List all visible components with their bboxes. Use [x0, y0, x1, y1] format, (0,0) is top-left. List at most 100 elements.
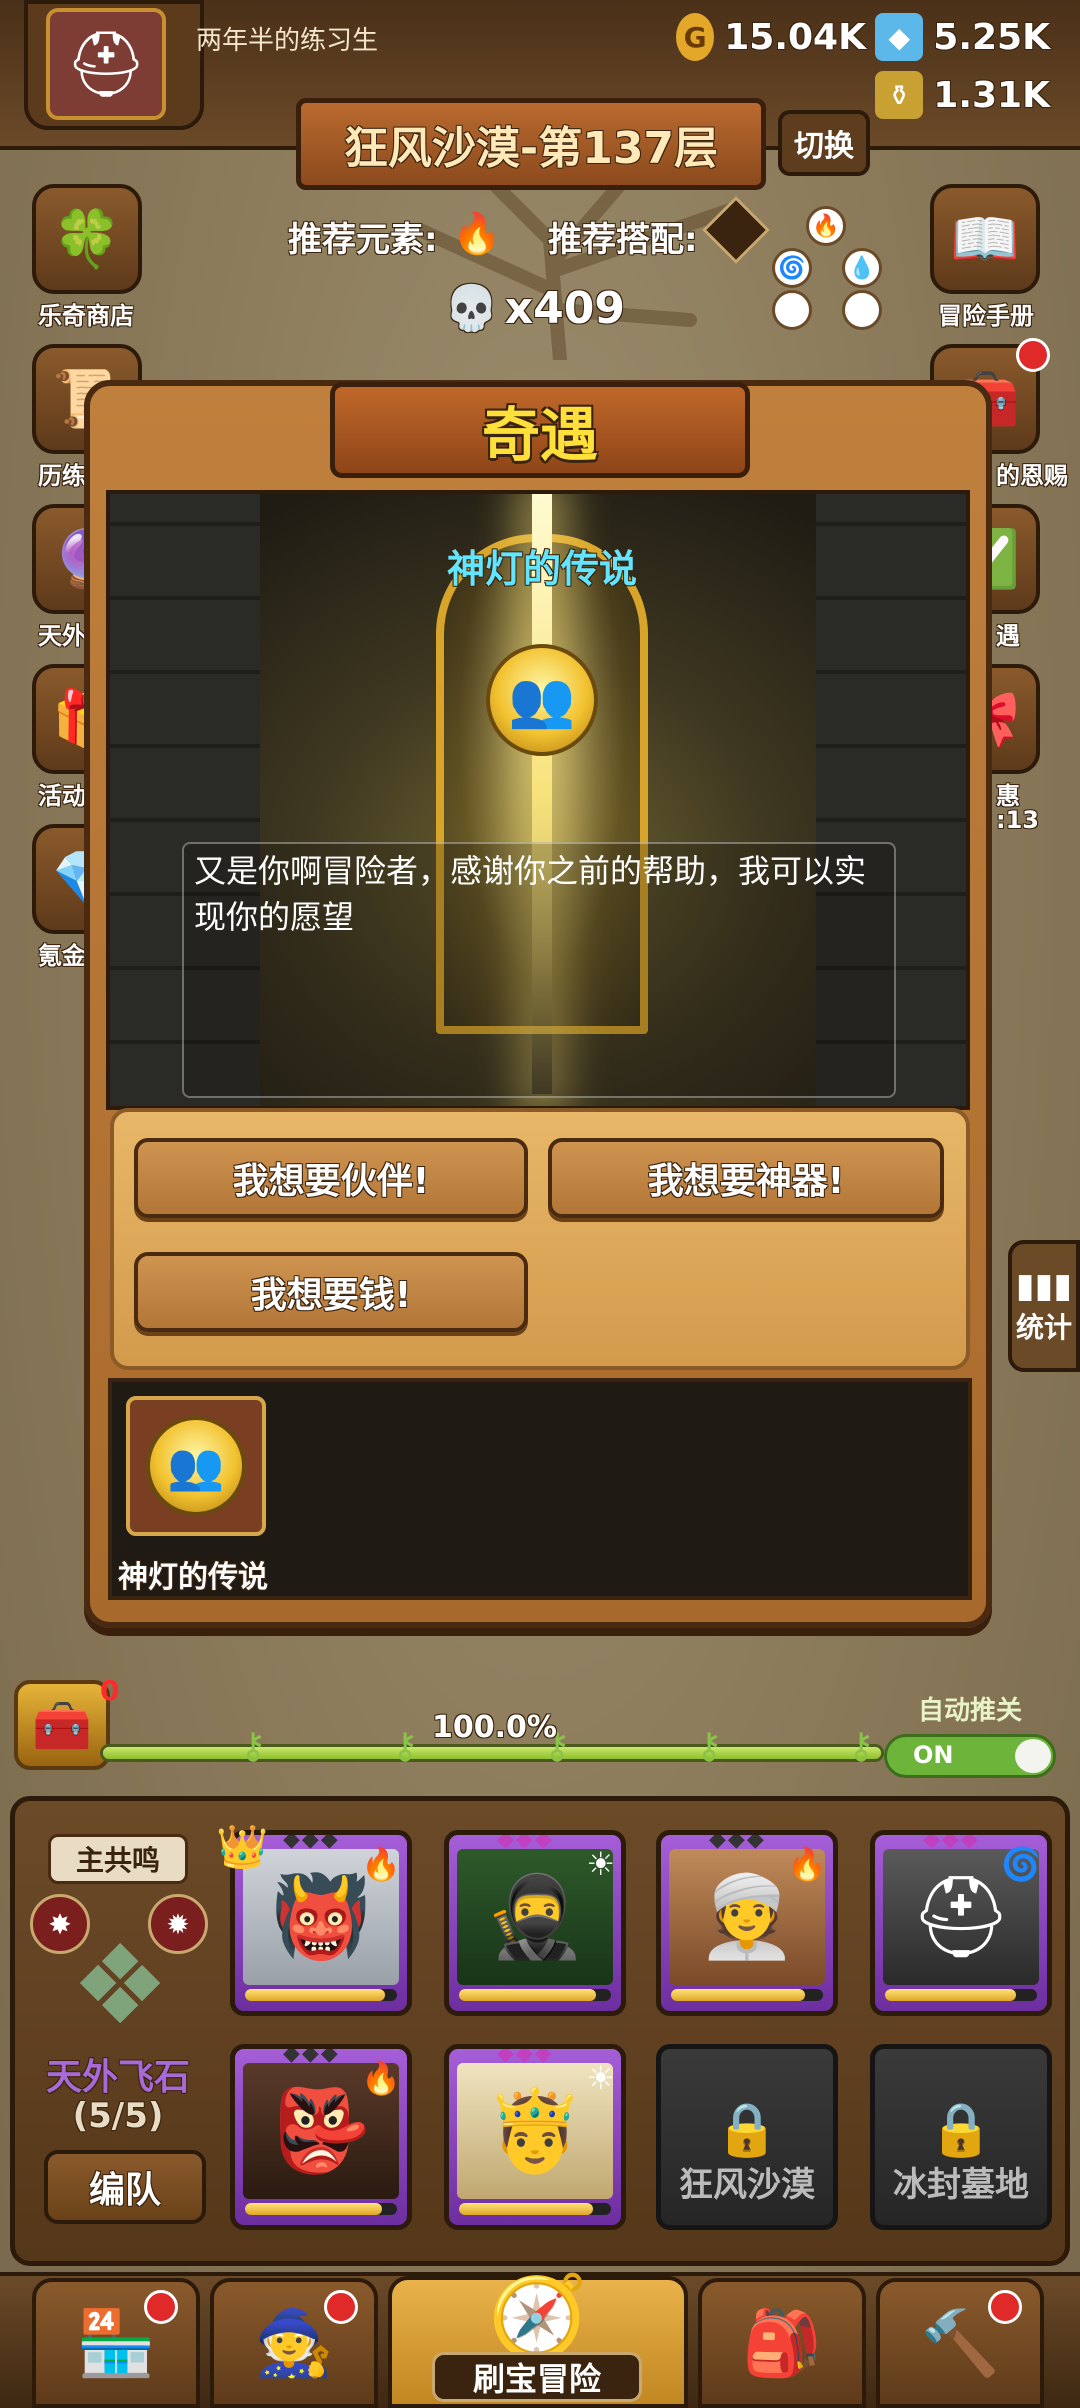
genie-lamp-medal-icon: 👥: [486, 644, 598, 756]
knight-helmet-icon: ⛑: [65, 27, 147, 102]
water-element-icon: 💧: [842, 248, 882, 288]
light-icon: ☀: [586, 2059, 615, 2097]
dialog-title-banner: 奇遇: [330, 382, 750, 478]
hero-portrait-icon: 🧙: [254, 2306, 334, 2381]
encounter-item-label: 神灯的传说: [118, 1560, 268, 1595]
hammer-icon: 🔨: [920, 2306, 1000, 2381]
hero-card[interactable]: 🥷 ◆◆◆ ☀: [444, 1830, 626, 2016]
encounter-label: 遇: [996, 622, 1020, 650]
fire-icon: 🔥: [787, 1845, 827, 1883]
locked-slot[interactable]: 🔒 冰封墓地: [870, 2044, 1052, 2230]
notification-badge: [324, 2290, 358, 2324]
resonance-tag: 主共鸣: [48, 1834, 188, 1884]
map-compass-icon: 🧭: [488, 2270, 588, 2363]
stage-progress-bar: [100, 1744, 884, 1762]
recommend-combo-label: 推荐搭配:: [548, 220, 698, 260]
adventure-book-label: 冒险手册: [938, 302, 1034, 330]
hero-card[interactable]: ⛑ ◆◆◆ 🌀: [870, 1830, 1052, 2016]
formation-button[interactable]: 编队: [44, 2150, 206, 2224]
key-icon: ⚷: [696, 1726, 723, 1767]
training-label: 历练: [38, 462, 86, 490]
recommend-element-label: 推荐元素:: [288, 220, 438, 260]
wind-element-icon: 🌀: [772, 248, 812, 288]
toggle-knob: [1015, 1739, 1051, 1773]
stats-button[interactable]: ▮▮▮ 统计: [1008, 1240, 1080, 1372]
hero-level-bar: [671, 1989, 823, 2001]
fire-icon: 🔥: [452, 211, 502, 257]
blessing-label: 的恩赐: [996, 462, 1068, 490]
encounter-items-area: 👥 神灯的传说: [108, 1378, 972, 1600]
star-rank-icon: ◆◆◆: [283, 1830, 340, 1852]
book-icon: 📖: [950, 207, 1020, 272]
adventure-book-button[interactable]: 📖: [930, 184, 1040, 294]
switch-stage-button[interactable]: 切换: [778, 110, 870, 176]
progress-percent: 100.0%: [432, 1710, 557, 1745]
want-money-button[interactable]: 我想要钱!: [134, 1252, 528, 1332]
shop-icon: 🏪: [76, 2306, 156, 2381]
locked-slot-label: 冰封墓地: [893, 2165, 1029, 2205]
hero-card[interactable]: 👳 ◆◆◆ 🔥: [656, 1830, 838, 2016]
topup-label: 氪金: [38, 942, 86, 970]
genie-lamp-medal-icon: 👥: [146, 1416, 246, 1516]
fire-icon: 🔥: [361, 2059, 401, 2097]
wind-icon: 🌀: [1001, 1845, 1041, 1883]
hero-level-bar: [245, 1989, 397, 2001]
sky-stone-label: 天外: [38, 622, 86, 650]
star-rank-icon: ◆◆◆: [923, 1830, 980, 1852]
locked-slot[interactable]: 🔒 狂风沙漠: [656, 2044, 838, 2230]
team-name: 天外飞石: [45, 2057, 190, 2098]
hero-card[interactable]: 👺 ◆◆◆ 🔥: [230, 2044, 412, 2230]
diamond-icon: ◆: [875, 13, 924, 61]
dark-element-icon: ☾: [842, 290, 882, 330]
star-rank-icon: ◆◆◆: [497, 2044, 554, 2066]
auto-advance-toggle[interactable]: ON: [884, 1734, 1056, 1778]
lucky-shop-button[interactable]: 🍀: [32, 184, 142, 294]
dialog-title: 奇遇: [481, 401, 598, 469]
notification-badge: [144, 2290, 178, 2324]
reward-chest-button[interactable]: 🧰: [14, 1680, 110, 1770]
bar-chart-icon: ▮▮▮: [1015, 1266, 1073, 1306]
hero-card[interactable]: 🤴 ◆◆◆ ☀: [444, 2044, 626, 2230]
gold-counter[interactable]: G 15.04K: [676, 12, 866, 62]
crown-icon: 👑: [216, 1822, 269, 1871]
toggle-state: ON: [913, 1741, 954, 1769]
lucky-shop-label: 乐奇商店: [38, 302, 134, 330]
diamond-counter[interactable]: ◆ 5.25K: [870, 12, 1050, 62]
lock-icon: 🔒: [714, 2100, 780, 2160]
gold-coin-icon: G: [676, 13, 715, 61]
hero-level-bar: [245, 2203, 397, 2215]
hero-level-bar: [459, 1989, 611, 2001]
event-message: 又是你啊冒险者，感谢你之前的帮助，我可以实现你的愿望: [182, 842, 896, 1098]
locked-slot-label: 狂风沙漠: [679, 2165, 815, 2205]
notification-badge: [988, 2290, 1022, 2324]
key-icon: ⚷: [240, 1726, 267, 1767]
lock-icon: 🔒: [928, 2100, 994, 2160]
want-companion-button[interactable]: 我想要伙伴!: [134, 1138, 528, 1218]
star-rank-icon: ◆◆◆: [497, 1830, 554, 1852]
event-name: 神灯的传说: [446, 547, 637, 591]
clover-icon: 🍀: [52, 207, 122, 272]
chest-count: 0: [100, 1674, 120, 1707]
player-avatar[interactable]: ⛑: [46, 8, 166, 120]
treasure-chest-icon: 🧰: [32, 1697, 92, 1754]
encounter-item-slot[interactable]: 👥: [126, 1396, 266, 1536]
potion-counter[interactable]: ⚱ 1.31K: [870, 70, 1050, 120]
fire-icon: 🔥: [361, 1845, 401, 1883]
key-icon: ⚷: [848, 1726, 875, 1767]
skull-icon: 💀: [444, 283, 499, 334]
auto-advance-label: 自动推关: [918, 1696, 1023, 1726]
key-icon: ⚷: [392, 1726, 419, 1767]
treasure-timer: :13: [996, 806, 1039, 834]
player-name: 两年半的练习生: [196, 26, 379, 56]
want-artifact-button[interactable]: 我想要神器!: [548, 1138, 944, 1218]
backpack-icon: 🎒: [742, 2306, 822, 2381]
nav-bag[interactable]: 🎒: [698, 2278, 866, 2408]
hero-level-bar: [885, 1989, 1037, 2001]
potion-icon: ⚱: [875, 71, 924, 119]
team-count: (5/5): [72, 2096, 164, 2136]
stage-progress-fill: [103, 1747, 881, 1759]
fire-element-icon: 🔥: [806, 206, 846, 246]
hero-level-bar: [459, 2203, 611, 2215]
stage-title: 狂风沙漠-第137层: [296, 98, 766, 190]
light-element-icon: ☀: [772, 290, 812, 330]
